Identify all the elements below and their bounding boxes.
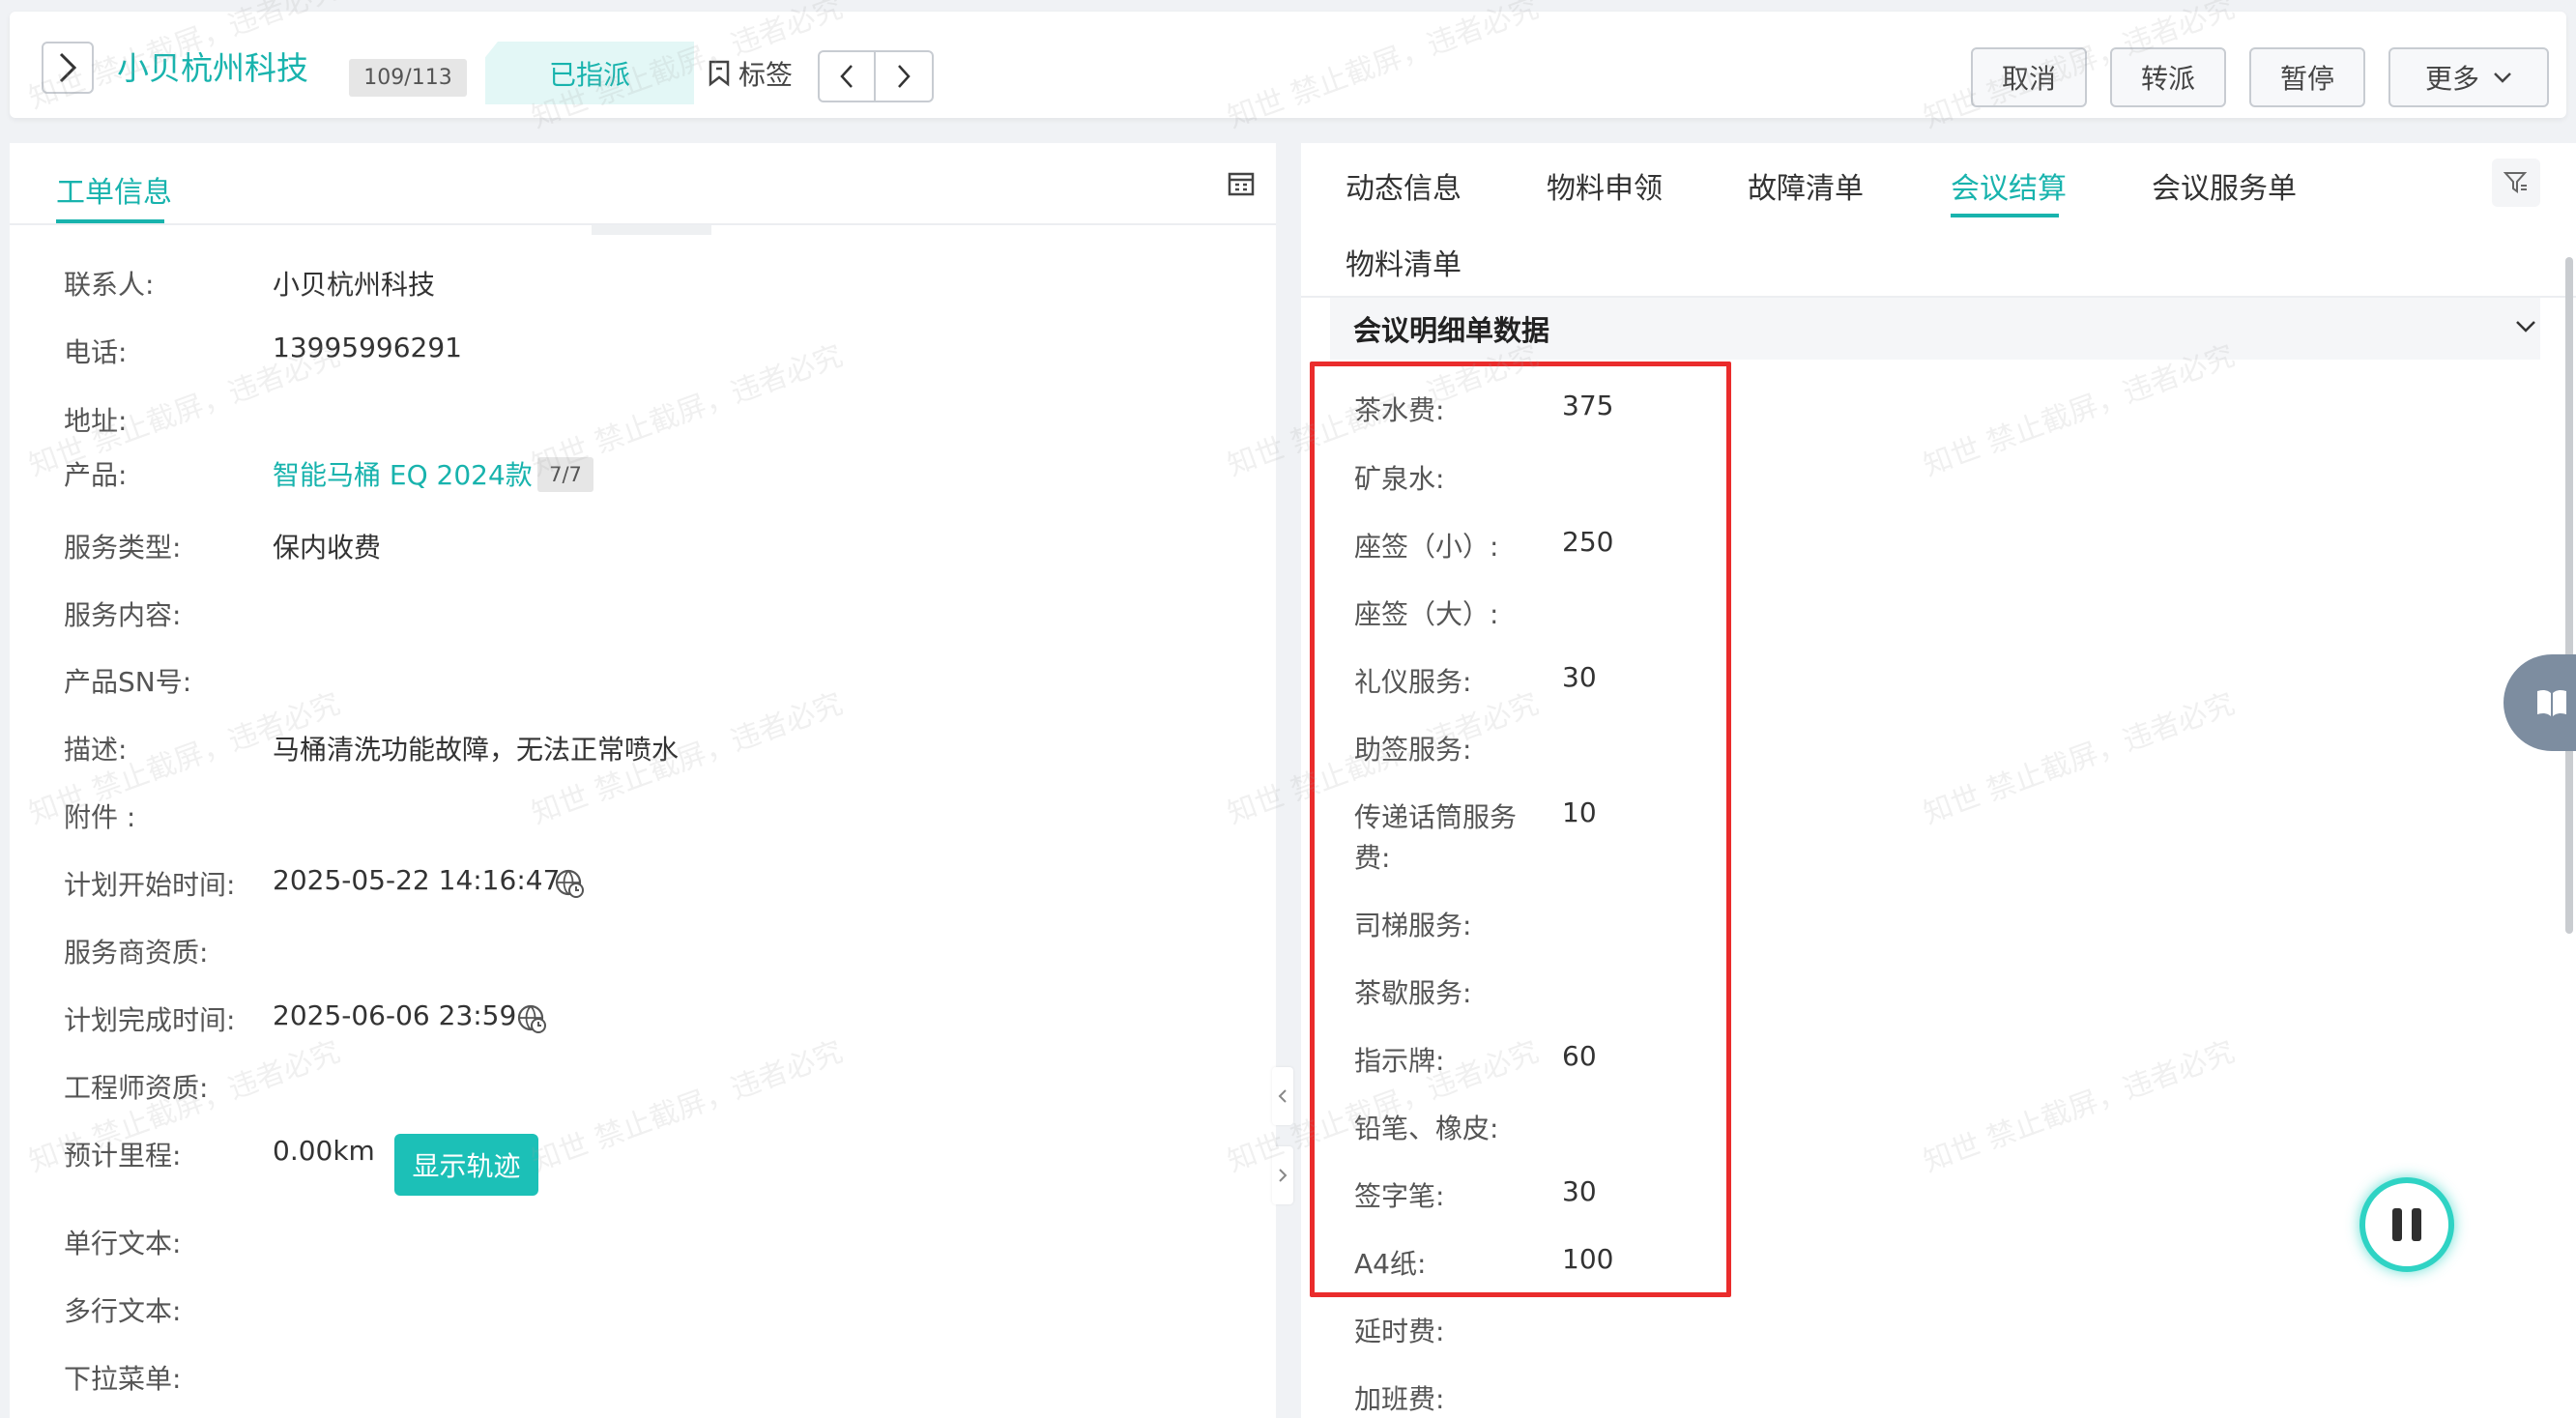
collapse-left-button[interactable]	[1272, 1067, 1293, 1125]
provider-qual-label: 服务商资质:	[64, 937, 209, 969]
single-text-label: 单行文本:	[64, 1228, 182, 1259]
small-seat-sign-value: 250	[1562, 526, 1614, 558]
mileage-value: 0.00km	[273, 1135, 375, 1167]
record-pager	[818, 50, 934, 102]
chevron-down-icon	[2516, 321, 2535, 333]
plan-start-value: 2025-05-22 14:16:47	[273, 864, 561, 896]
more-button[interactable]: 更多	[2388, 47, 2549, 107]
calendar-icon[interactable]	[1228, 170, 1255, 197]
a4-paper-label: A4纸:	[1354, 1248, 1427, 1280]
mic-service-value: 10	[1562, 796, 1597, 828]
progress-badge: 109/113	[349, 59, 467, 97]
a4-paper-value: 100	[1562, 1243, 1614, 1275]
tab-dynamic-info[interactable]: 动态信息	[1346, 164, 1462, 207]
transfer-button[interactable]: 转派	[2110, 47, 2226, 107]
etiquette-service-label: 礼仪服务:	[1354, 666, 1472, 698]
tea-fee-label: 茶水费:	[1354, 394, 1445, 426]
chevron-right-icon	[59, 52, 77, 83]
tab-meeting-settlement[interactable]: 会议结算	[1951, 164, 2067, 207]
plan-end-value: 2025-06-06 23:59	[273, 999, 517, 1031]
tab-material-list[interactable]: 物料清单	[1346, 241, 1462, 283]
sign-pen-label: 签字笔:	[1354, 1180, 1445, 1212]
product-label: 产品:	[64, 459, 128, 491]
tab-material-request[interactable]: 物料申领	[1547, 164, 1663, 207]
show-track-button[interactable]: 显示轨迹	[394, 1134, 538, 1196]
tab-workorder-info[interactable]: 工单信息	[56, 168, 172, 211]
tab-underline	[1951, 214, 2059, 217]
workorder-info-panel: 工单信息 联系人: 小贝杭州科技 电话: 13995996291 地址: 产品:…	[10, 143, 1276, 1418]
customer-title[interactable]: 小贝杭州科技	[117, 52, 308, 84]
book-icon	[2537, 689, 2566, 716]
tag-label: 标签	[738, 59, 794, 91]
pause-button[interactable]: 暂停	[2249, 47, 2365, 107]
chevron-left-icon	[840, 65, 853, 88]
signing-assist-label: 助签服务:	[1354, 734, 1472, 766]
small-seat-sign-label: 座签（小）:	[1354, 531, 1499, 563]
engineer-qual-label: 工程师资质:	[64, 1072, 209, 1104]
divider-shadow	[592, 225, 711, 235]
multi-text-label: 多行文本:	[64, 1295, 182, 1327]
plan-end-label: 计划完成时间:	[64, 1004, 236, 1036]
mileage-label: 预计里程:	[64, 1140, 182, 1172]
workorder-header: 小贝杭州科技 109/113 已指派 标签 取消 转派 暂停 更多	[10, 12, 2566, 118]
elevator-service-label: 司梯服务:	[1354, 910, 1472, 941]
more-label: 更多	[2424, 63, 2479, 95]
product-link[interactable]: 智能马桶 EQ 2024款	[273, 454, 533, 493]
cancel-button[interactable]: 取消	[1971, 47, 2087, 107]
product-count-badge: 7/7	[537, 457, 593, 492]
section-title: 会议明细单数据	[1353, 314, 1550, 347]
signboard-value: 60	[1562, 1040, 1597, 1072]
mic-service-label-line1: 传递话筒服务	[1354, 801, 1518, 833]
etiquette-service-value: 30	[1562, 661, 1597, 693]
bookmark-icon	[709, 60, 730, 87]
product-sn-label: 产品SN号:	[64, 666, 192, 698]
meeting-detail-section-header[interactable]: 会议明细单数据	[1330, 298, 2540, 360]
tea-fee-value: 375	[1562, 390, 1614, 421]
filter-button[interactable]	[2492, 159, 2540, 207]
service-content-label: 服务内容:	[64, 599, 182, 631]
next-record-button[interactable]	[876, 50, 934, 102]
large-seat-sign-label: 座签（大）:	[1354, 598, 1499, 630]
tab-meeting-service-order[interactable]: 会议服务单	[2152, 164, 2297, 207]
chevron-left-icon	[1278, 1089, 1287, 1103]
signboard-label: 指示牌:	[1354, 1045, 1445, 1077]
filter-icon	[2504, 172, 2528, 193]
tea-break-label: 茶歇服务:	[1354, 977, 1472, 1009]
mic-service-label-line2: 费:	[1354, 842, 1391, 874]
attachment-label: 附件 :	[64, 801, 136, 833]
prev-record-button[interactable]	[818, 50, 876, 102]
dropdown-label: 下拉菜单:	[64, 1363, 182, 1395]
status-tag: 已指派	[485, 42, 694, 104]
pause-icon	[2392, 1208, 2402, 1241]
phone-label: 电话:	[64, 336, 128, 368]
address-label: 地址:	[64, 405, 128, 437]
expand-button[interactable]	[42, 42, 94, 94]
tag-button[interactable]: 标签	[708, 54, 793, 93]
contact-label: 联系人:	[64, 269, 155, 301]
sign-pen-value: 30	[1562, 1175, 1597, 1207]
pause-recording-button[interactable]	[2359, 1177, 2454, 1272]
overtime-fee-label: 延时费:	[1354, 1316, 1445, 1347]
collapse-right-button[interactable]	[1272, 1146, 1293, 1204]
contact-value: 小贝杭州科技	[273, 269, 436, 301]
chevron-down-icon	[2494, 72, 2511, 83]
service-type-value: 保内收费	[273, 532, 382, 564]
mineral-water-label: 矿泉水:	[1354, 463, 1445, 495]
pencil-eraser-label: 铅笔、橡皮:	[1354, 1113, 1499, 1144]
phone-value: 13995996291	[273, 332, 462, 363]
extra-shift-fee-label: 加班费:	[1354, 1383, 1445, 1415]
chevron-right-icon	[1279, 1169, 1288, 1182]
tab-fault-list[interactable]: 故障清单	[1748, 164, 1864, 207]
chevron-right-icon	[898, 65, 911, 88]
description-label: 描述:	[64, 734, 128, 766]
globe-clock-icon[interactable]	[516, 1003, 547, 1034]
plan-start-label: 计划开始时间:	[64, 869, 236, 901]
globe-clock-icon[interactable]	[554, 868, 585, 899]
description-value: 马桶清洗功能故障，无法正常喷水	[273, 734, 680, 766]
service-type-label: 服务类型:	[64, 532, 182, 564]
scrollbar[interactable]	[2565, 257, 2573, 934]
